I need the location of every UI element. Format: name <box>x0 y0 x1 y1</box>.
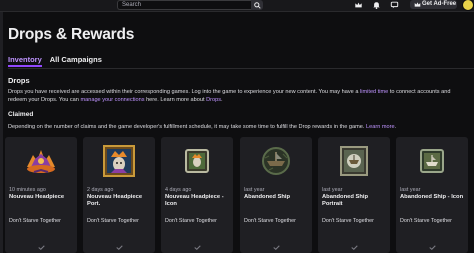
drop-time: last year <box>322 187 343 193</box>
drop-image <box>318 137 390 185</box>
headpiece-framed-icon <box>185 149 209 173</box>
drop-card[interactable]: last year Abandoned Ship Portrait Don't … <box>318 137 390 253</box>
claimed-status <box>318 237 390 253</box>
drop-image <box>83 137 155 185</box>
drop-image <box>240 137 312 185</box>
tab-bar: Inventory All Campaigns <box>8 55 102 67</box>
drop-name: Nouveau Headpiece <box>9 194 65 200</box>
checkmark-icon <box>428 245 436 251</box>
collapsed-sidebar <box>0 12 3 253</box>
whispers-icon[interactable] <box>390 1 399 9</box>
claimed-status <box>83 237 155 253</box>
get-ad-free-button[interactable]: Get Ad-Free <box>410 0 457 9</box>
drops-learn-link[interactable]: Drops <box>206 97 221 103</box>
claimed-desc-end: . <box>394 124 397 130</box>
top-nav-bar: Search Get Ad-Free <box>0 0 474 12</box>
drop-card[interactable]: 10 minutes ago Nouveau Headpiece Don't S… <box>5 137 77 253</box>
claimed-description: Depending on the number of claims and th… <box>8 124 474 130</box>
ship-icon <box>262 147 290 175</box>
drop-name: Abandoned Ship <box>244 194 291 200</box>
drop-card[interactable]: last year Abandoned Ship Don't Starve To… <box>240 137 312 253</box>
drop-time: last year <box>400 187 421 193</box>
crown-icon[interactable] <box>354 1 363 9</box>
manage-connections-link[interactable]: manage your connections <box>80 97 144 103</box>
tab-all-campaigns[interactable]: All Campaigns <box>50 55 102 67</box>
drop-game: Don't Starve Together <box>244 218 296 224</box>
drop-card[interactable]: 4 days ago Nouveau Headpiece - Icon Don'… <box>161 137 233 253</box>
drops-description: Drops you have received are accessed wit… <box>8 89 468 104</box>
drops-desc-text-4: . <box>221 96 223 103</box>
drops-desc-text-1: Drops you have received are accessed wit… <box>8 89 360 95</box>
drop-name: Nouveau Headpiece Port. <box>87 194 143 207</box>
drops-desc-text-3: here. Learn more about <box>144 96 207 103</box>
claimed-desc-text: Depending on the number of claims and th… <box>8 124 367 130</box>
user-avatar[interactable] <box>462 0 474 11</box>
page-title: Drops & Rewards <box>8 26 135 43</box>
get-ad-free-label: Get Ad-Free <box>422 1 457 7</box>
drop-card[interactable]: 2 days ago Nouveau Headpiece Port. Don't… <box>83 137 155 253</box>
drop-time: 2 days ago <box>87 187 114 193</box>
drop-game: Don't Starve Together <box>322 218 374 224</box>
ship-framed-icon <box>420 149 444 173</box>
checkmark-icon <box>37 245 45 251</box>
drop-image <box>161 137 233 185</box>
claimed-heading: Claimed <box>8 111 34 118</box>
drop-name: Abandoned Ship Portrait <box>322 194 369 207</box>
drop-time: 10 minutes ago <box>9 187 46 193</box>
drop-name: Abandoned Ship - Icon <box>400 194 464 200</box>
claimed-status <box>240 237 312 253</box>
notifications-icon[interactable] <box>372 1 381 9</box>
claimed-status <box>396 237 468 253</box>
headpiece-portrait-icon <box>103 145 135 177</box>
checkmark-icon <box>115 245 123 251</box>
claimed-drops-grid: 10 minutes ago Nouveau Headpiece Don't S… <box>5 137 474 253</box>
claimed-learn-more-link[interactable]: Learn more <box>366 124 395 130</box>
drop-image <box>5 137 77 185</box>
headpiece-icon <box>27 150 55 173</box>
checkmark-icon <box>272 245 280 251</box>
drop-game: Don't Starve Together <box>165 218 217 224</box>
drop-card[interactable]: last year Abandoned Ship - Icon Don't St… <box>396 137 468 253</box>
ship-portrait-icon <box>340 146 368 176</box>
drop-game: Don't Starve Together <box>400 218 452 224</box>
drop-image <box>396 137 468 185</box>
claimed-status <box>5 237 77 253</box>
limited-time-link[interactable]: limited time <box>360 89 388 95</box>
drops-heading: Drops <box>8 76 30 85</box>
search-input[interactable]: Search <box>117 0 251 10</box>
tab-divider <box>8 68 474 69</box>
search-icon <box>253 1 261 9</box>
drop-name: Nouveau Headpiece - Icon <box>165 194 224 207</box>
drop-time: last year <box>244 187 265 193</box>
checkmark-icon <box>193 245 201 251</box>
claimed-status <box>161 237 233 253</box>
drop-game: Don't Starve Together <box>87 218 139 224</box>
drop-game: Don't Starve Together <box>9 218 61 224</box>
checkmark-icon <box>350 245 358 251</box>
tab-inventory[interactable]: Inventory <box>8 55 42 67</box>
drop-time: 4 days ago <box>165 187 192 193</box>
prime-crown-icon <box>414 2 421 7</box>
search-button[interactable] <box>251 0 263 10</box>
